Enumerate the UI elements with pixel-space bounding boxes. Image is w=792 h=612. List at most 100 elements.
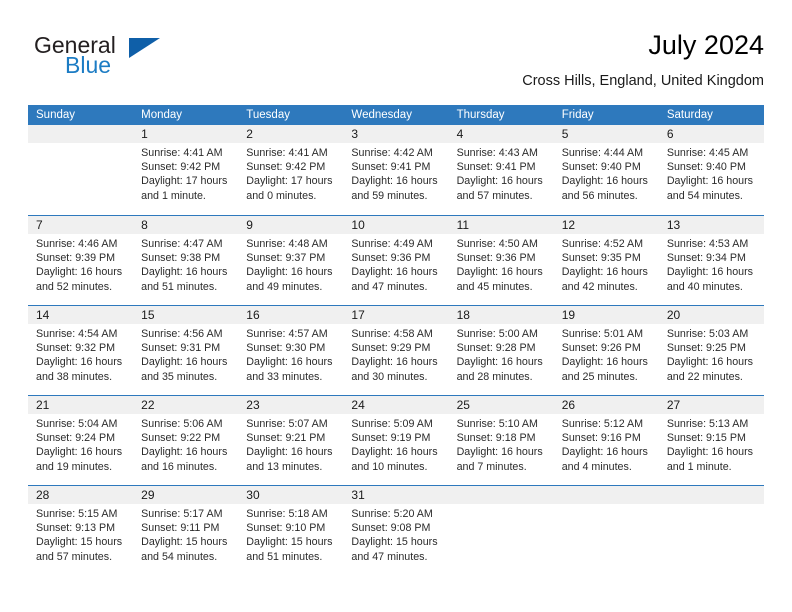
day-detail-line: and 51 minutes.: [141, 280, 218, 293]
day-detail-line: Daylight: 15 hours: [36, 536, 123, 549]
day-details: Sunrise: 5:12 AM Sunset: 9:16 PM Daylight:…: [554, 414, 659, 474]
day-detail-line: and 54 minutes.: [666, 189, 743, 202]
day-detail-line: Sunset: 9:36 PM: [351, 252, 431, 265]
day-cell-12[interactable]: 12 Sunrise: 4:52 AM Sunset: 9:35 PM Dayligh…: [553, 216, 659, 305]
day-detail-line: Sunrise: 4:54 AM: [36, 328, 118, 340]
weekday-header-saturday: Saturday: [666, 109, 713, 121]
day-cell-19[interactable]: 19 Sunrise: 5:01 AM Sunset: 9:26 PM Dayligh…: [553, 306, 659, 395]
day-cell-2[interactable]: 2 Sunrise: 4:41 AM Sunset: 9:42 PM Daylight…: [238, 125, 344, 215]
day-number: 28: [36, 488, 50, 502]
day-detail-line: and 47 minutes.: [351, 280, 428, 293]
day-detail-line: Sunrise: 4:43 AM: [456, 147, 538, 159]
day-cell-10[interactable]: 10 Sunrise: 4:49 AM Sunset: 9:36 PM Dayligh…: [343, 216, 449, 305]
day-cell-24[interactable]: 24 Sunrise: 5:09 AM Sunset: 9:19 PM Dayligh…: [343, 396, 449, 485]
week-row: 7 Sunrise: 4:46 AM Sunset: 9:39 PM Daylight…: [28, 215, 764, 305]
day-number-band: [553, 486, 659, 504]
day-cell-13[interactable]: 13 Sunrise: 4:53 AM Sunset: 9:34 PM Dayligh…: [658, 216, 764, 305]
day-detail-line: Daylight: 16 hours: [666, 175, 753, 188]
day-details: Sunrise: 5:10 AM Sunset: 9:18 PM Daylight:…: [449, 414, 554, 474]
day-cell-17[interactable]: 17 Sunrise: 4:58 AM Sunset: 9:29 PM Dayligh…: [343, 306, 449, 395]
day-details: Sunrise: 4:46 AM Sunset: 9:39 PM Daylight:…: [28, 234, 133, 294]
day-number-band: 1: [133, 125, 239, 143]
day-details: [449, 504, 554, 507]
day-detail-line: Daylight: 16 hours: [666, 446, 753, 459]
day-detail-line: Daylight: 16 hours: [561, 266, 648, 279]
day-number: 22: [141, 398, 155, 412]
day-cell-14[interactable]: 14 Sunrise: 4:54 AM Sunset: 9:32 PM Dayligh…: [28, 306, 134, 395]
day-cell-31[interactable]: 31 Sunrise: 5:20 AM Sunset: 9:08 PM Dayligh…: [343, 486, 449, 577]
day-detail-line: Daylight: 17 hours: [141, 175, 228, 188]
calendar-grid: Sunday Monday Tuesday Wednesday Thursday Frid…: [28, 105, 764, 577]
day-detail-line: Sunrise: 4:42 AM: [351, 147, 433, 159]
day-cell-1[interactable]: 1 Sunrise: 4:41 AM Sunset: 9:42 PM Daylight…: [133, 125, 239, 215]
day-number-band: 20: [658, 306, 764, 324]
day-detail-line: Sunrise: 5:13 AM: [666, 418, 749, 430]
day-detail-line: Sunset: 9:39 PM: [36, 252, 116, 265]
day-detail-line: and 28 minutes.: [456, 370, 533, 383]
day-number: 26: [561, 398, 576, 412]
day-details: Sunrise: 4:43 AM Sunset: 9:41 PM Daylight:…: [449, 143, 554, 203]
day-detail-line: Sunset: 9:11 PM: [141, 522, 220, 535]
day-number: 2: [246, 127, 253, 141]
day-number: 30: [246, 488, 260, 502]
day-detail-line: Daylight: 16 hours: [351, 446, 438, 459]
day-number-band: 9: [238, 216, 344, 234]
day-cell-23[interactable]: 23 Sunrise: 5:07 AM Sunset: 9:21 PM Dayligh…: [238, 396, 344, 485]
day-number-band: [448, 486, 554, 504]
day-detail-line: Daylight: 16 hours: [141, 446, 228, 459]
day-details: Sunrise: 4:54 AM Sunset: 9:32 PM Daylight:…: [28, 324, 133, 384]
day-detail-line: Daylight: 15 hours: [351, 536, 438, 549]
day-cell-4[interactable]: 4 Sunrise: 4:43 AM Sunset: 9:41 PM Daylight…: [448, 125, 554, 215]
day-cell-29[interactable]: 29 Sunrise: 5:17 AM Sunset: 9:11 PM Dayligh…: [133, 486, 239, 577]
day-number-band: 17: [343, 306, 449, 324]
day-detail-line: Sunset: 9:32 PM: [36, 342, 116, 355]
weekday-header-tuesday: Tuesday: [246, 109, 290, 121]
day-cell-22[interactable]: 22 Sunrise: 5:06 AM Sunset: 9:22 PM Dayligh…: [133, 396, 239, 485]
day-cell-27[interactable]: 27 Sunrise: 5:13 AM Sunset: 9:15 PM Dayligh…: [658, 396, 764, 485]
day-detail-line: Daylight: 16 hours: [456, 446, 543, 459]
day-details: Sunrise: 4:49 AM Sunset: 9:36 PM Daylight:…: [343, 234, 448, 294]
day-detail-line: Sunset: 9:18 PM: [456, 432, 536, 445]
day-cell-16[interactable]: 16 Sunrise: 4:57 AM Sunset: 9:30 PM Dayligh…: [238, 306, 344, 395]
day-cell-9[interactable]: 9 Sunrise: 4:48 AM Sunset: 9:37 PM Daylight…: [238, 216, 344, 305]
day-cell-21[interactable]: 21 Sunrise: 5:04 AM Sunset: 9:24 PM Dayligh…: [28, 396, 134, 485]
day-number: 24: [351, 398, 365, 412]
day-cell-5[interactable]: 5 Sunrise: 4:44 AM Sunset: 9:40 PM Daylight…: [553, 125, 659, 215]
day-detail-line: Daylight: 15 hours: [246, 536, 333, 549]
day-detail-line: and 19 minutes.: [36, 460, 113, 473]
day-cell-18[interactable]: 18 Sunrise: 5:00 AM Sunset: 9:28 PM Dayligh…: [448, 306, 554, 395]
location-subtitle: Cross Hills, England, United Kingdom: [522, 73, 764, 89]
day-cell-30[interactable]: 30 Sunrise: 5:18 AM Sunset: 9:10 PM Dayligh…: [238, 486, 344, 577]
day-cell-7[interactable]: 7 Sunrise: 4:46 AM Sunset: 9:39 PM Daylight…: [28, 216, 134, 305]
day-cell-15[interactable]: 15 Sunrise: 4:56 AM Sunset: 9:31 PM Dayligh…: [133, 306, 239, 395]
weekday-header-sunday: Sunday: [36, 109, 76, 121]
day-cell-11[interactable]: 11 Sunrise: 4:50 AM Sunset: 9:36 PM Dayligh…: [448, 216, 554, 305]
day-detail-line: Sunset: 9:41 PM: [351, 161, 431, 174]
day-detail-line: Sunset: 9:30 PM: [246, 342, 326, 355]
day-cell-8[interactable]: 8 Sunrise: 4:47 AM Sunset: 9:38 PM Daylight…: [133, 216, 239, 305]
day-detail-line: Daylight: 16 hours: [456, 266, 543, 279]
day-detail-line: and 16 minutes.: [141, 460, 218, 473]
day-cell-25[interactable]: 25 Sunrise: 5:10 AM Sunset: 9:18 PM Dayligh…: [448, 396, 554, 485]
day-detail-line: and 59 minutes.: [351, 189, 428, 202]
day-number: 1: [141, 127, 148, 141]
day-cell-20[interactable]: 20 Sunrise: 5:03 AM Sunset: 9:25 PM Dayligh…: [658, 306, 764, 395]
day-detail-line: Sunrise: 5:17 AM: [141, 508, 223, 520]
day-number-band: 23: [238, 396, 344, 414]
day-number: 25: [456, 398, 470, 412]
day-detail-line: Sunset: 9:13 PM: [36, 522, 116, 535]
day-number: 29: [141, 488, 155, 502]
day-cell-6[interactable]: 6 Sunrise: 4:45 AM Sunset: 9:40 PM Daylight…: [658, 125, 764, 215]
day-number: 8: [141, 218, 148, 232]
logo-triangle-icon: [129, 38, 160, 58]
day-detail-line: Sunset: 9:08 PM: [351, 522, 431, 535]
day-number: 13: [666, 218, 681, 232]
day-detail-line: Sunrise: 4:44 AM: [561, 147, 644, 159]
day-detail-line: Sunset: 9:19 PM: [351, 432, 431, 445]
day-detail-line: and 52 minutes.: [36, 280, 113, 293]
day-detail-line: Sunrise: 5:18 AM: [246, 508, 328, 520]
day-detail-line: Sunrise: 5:04 AM: [36, 418, 118, 430]
day-cell-26[interactable]: 26 Sunrise: 5:12 AM Sunset: 9:16 PM Dayligh…: [553, 396, 659, 485]
day-cell-28[interactable]: 28 Sunrise: 5:15 AM Sunset: 9:13 PM Dayligh…: [28, 486, 134, 577]
day-cell-3[interactable]: 3 Sunrise: 4:42 AM Sunset: 9:41 PM Daylight…: [343, 125, 449, 215]
